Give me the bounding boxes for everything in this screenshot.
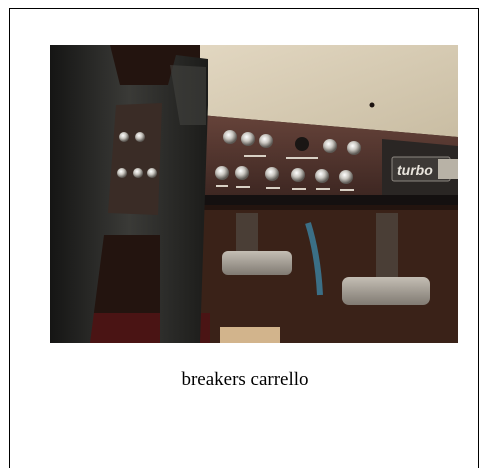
brand-logo-text: turbo — [397, 162, 433, 178]
circuit-breaker-button — [259, 134, 273, 148]
circuit-breaker-button — [235, 166, 249, 180]
photo-illustration: turbo — [50, 45, 458, 343]
circuit-breaker-button — [265, 167, 279, 181]
label-mark — [244, 155, 266, 157]
label-mark — [286, 157, 318, 159]
label-mark — [292, 188, 306, 190]
figure-caption: breakers carrello — [181, 369, 309, 390]
circuit-breaker-button — [339, 170, 353, 184]
panel-screw — [369, 102, 375, 108]
carpet-highlight — [220, 327, 280, 343]
figure-frame: turbo breakers carrello — [9, 8, 479, 468]
circuit-breaker-button — [117, 168, 127, 178]
label-mark — [216, 185, 228, 187]
circuit-breaker-button — [133, 168, 143, 178]
circuit-breaker-button — [119, 132, 129, 142]
breaker-socket-empty — [295, 137, 309, 151]
pedal-pad — [342, 277, 430, 305]
circuit-breaker-button — [241, 132, 255, 146]
circuit-breaker-button — [291, 168, 305, 182]
circuit-breaker-button — [223, 130, 237, 144]
cockpit-photo: turbo — [50, 45, 458, 343]
brand-badge-highlight — [438, 159, 458, 179]
panel-lower-edge — [200, 195, 458, 205]
pedal-pad — [222, 251, 292, 275]
label-mark — [340, 189, 354, 191]
circuit-breaker-button — [215, 166, 229, 180]
circuit-breaker-button — [315, 169, 329, 183]
circuit-breaker-button — [323, 139, 337, 153]
yoke-opening — [108, 103, 162, 215]
circuit-breaker-button — [347, 141, 361, 155]
circuit-breaker-button — [147, 168, 157, 178]
label-mark — [236, 186, 250, 188]
label-mark — [316, 188, 330, 190]
label-mark — [266, 187, 280, 189]
pedal-arm — [376, 213, 398, 283]
circuit-breaker-button — [135, 132, 145, 142]
